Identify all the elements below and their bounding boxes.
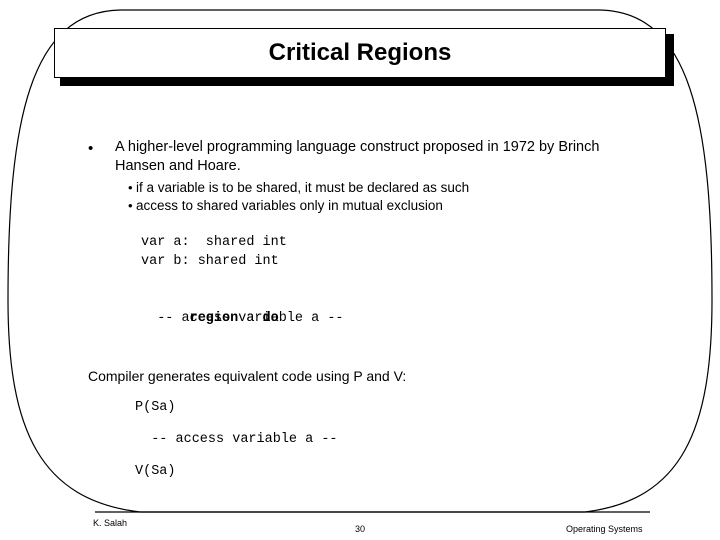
title-box: Critical Regions	[54, 28, 666, 78]
sub-bullet-text: if a variable is to be shared, it must b…	[136, 180, 470, 195]
bullet-marker-icon: •	[88, 140, 94, 157]
code-line-v-operation: V(Sa)	[135, 464, 176, 479]
sub-bullet-marker-icon: •	[128, 198, 133, 213]
code-line-declaration-a: var a: shared int	[141, 235, 287, 250]
code-line-region-access: -- access variable a --	[141, 311, 344, 326]
footer-course-name: Operating Systems	[566, 524, 643, 534]
main-bullet-item: • A higher-level programming language co…	[88, 138, 608, 176]
code-line-semaphore-access: -- access variable a --	[135, 432, 338, 447]
frame-bottom-arc	[7, 299, 713, 513]
main-bullet-text: A higher-level programming language cons…	[115, 139, 600, 174]
slide-canvas: Critical Regions • A higher-level progra…	[0, 0, 720, 540]
sub-bullet-item: • if a variable is to be shared, it must…	[128, 179, 608, 197]
sub-bullet-text: access to shared variables only in mutua…	[136, 198, 443, 213]
code-line-p-operation: P(Sa)	[135, 400, 176, 415]
sub-bullet-item: • access to shared variables only in mut…	[128, 197, 608, 215]
code-line-declaration-b: var b: shared int	[141, 254, 279, 269]
sub-bullet-marker-icon: •	[128, 180, 133, 195]
page-title: Critical Regions	[268, 39, 452, 66]
compiler-note-text: Compiler generates equivalent code using…	[88, 368, 407, 384]
